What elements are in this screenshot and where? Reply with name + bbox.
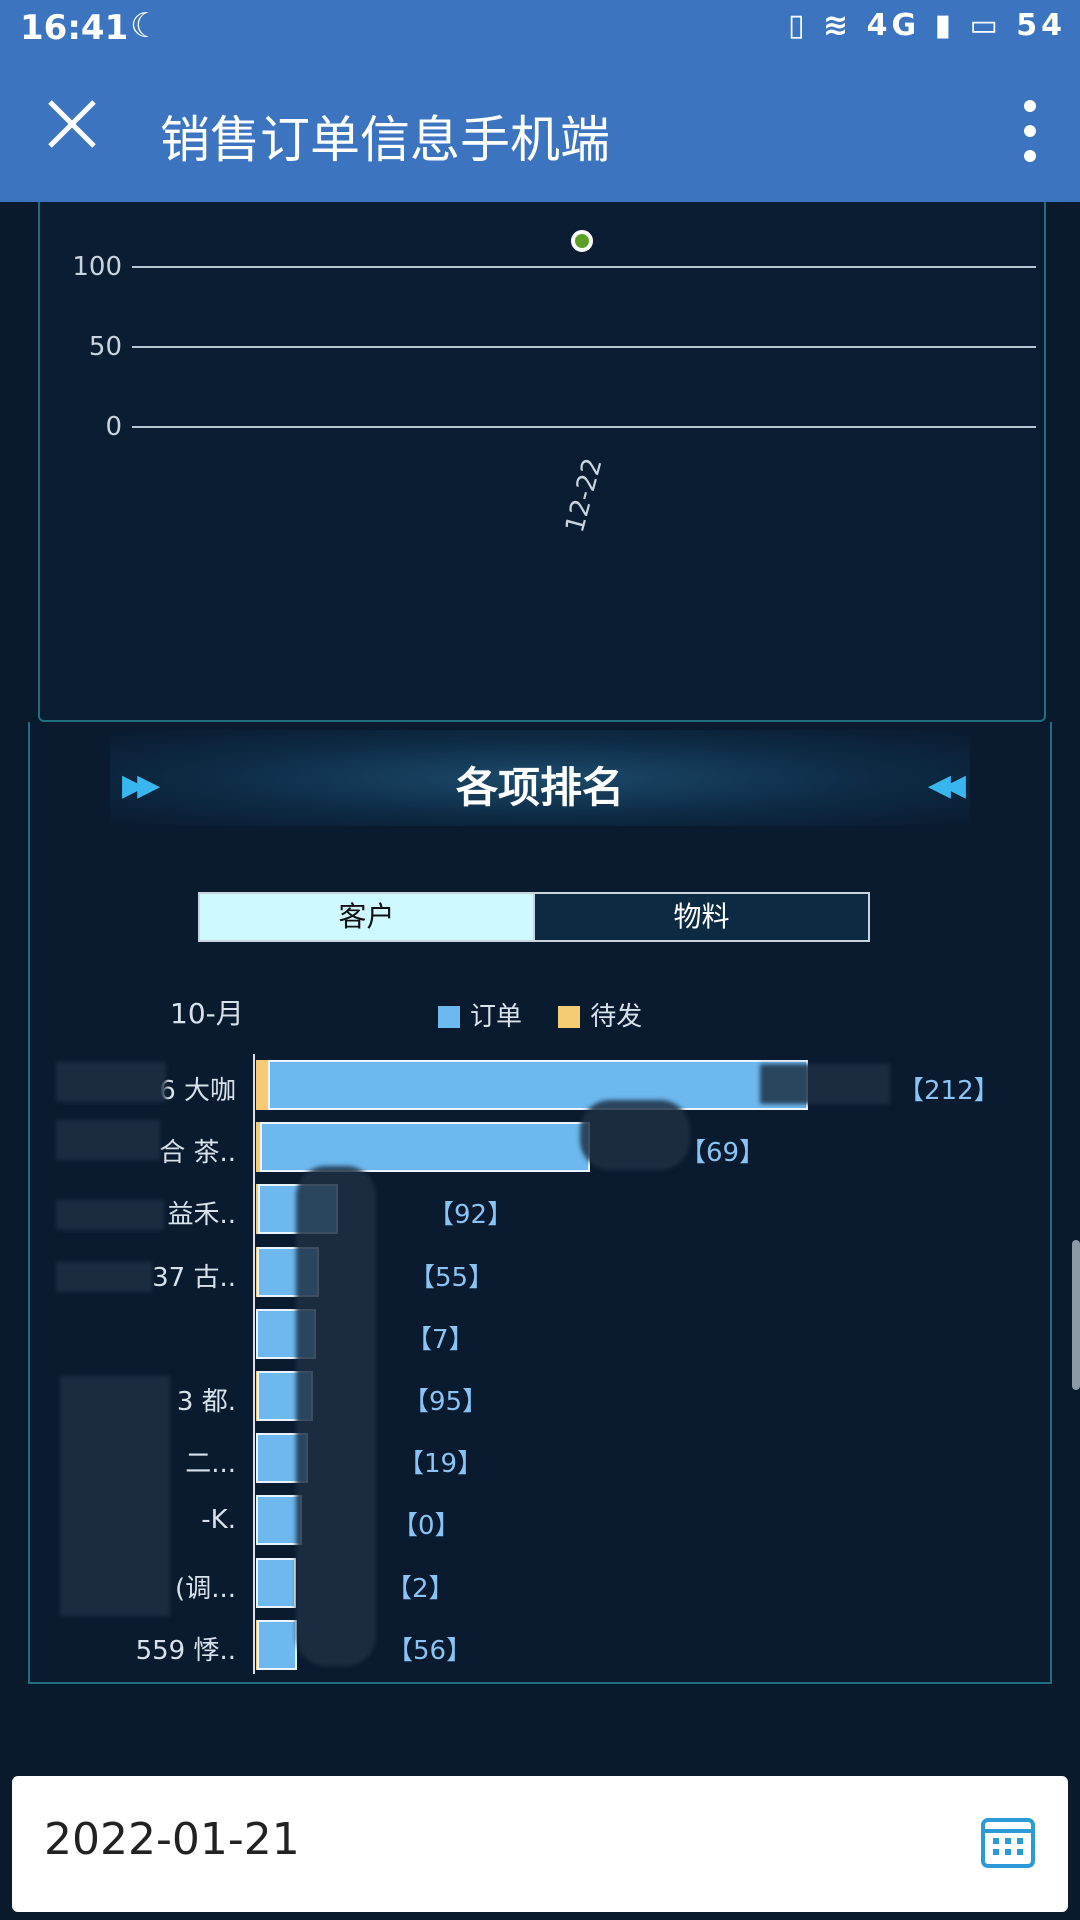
bar-value-label: 【55】 — [409, 1262, 495, 1293]
redaction-block — [56, 1200, 164, 1230]
calendar-icon — [981, 1818, 1035, 1868]
bar-orders[interactable] — [260, 1122, 590, 1173]
bar-category-label: 559 悸.. — [135, 1635, 236, 1666]
bar-value-label: 【0】 — [392, 1511, 461, 1542]
bar-value-label: 【95】 — [403, 1387, 489, 1417]
date-picker[interactable]: 2022-01-21 — [12, 1776, 1068, 1912]
redaction-block — [60, 1376, 170, 1616]
bar-value-label: 【69】 — [680, 1138, 766, 1169]
bar-value-label: 【19】 — [398, 1449, 484, 1480]
bar-orders[interactable] — [257, 1619, 297, 1670]
bar-orders[interactable] — [256, 1557, 296, 1608]
date-field[interactable]: 2022-01-21 — [44, 1814, 300, 1865]
bar-pending[interactable] — [256, 1060, 268, 1110]
redaction-block — [296, 1166, 376, 1666]
ranking-bar-chart: 6 大咖 【212】合 茶.. 【69】 益禾.. 【92】 37 古.. 【55】 【7】 3… — [0, 0, 1080, 1920]
bar-orders[interactable] — [268, 1060, 808, 1110]
bar-value-label: 【56】 — [387, 1635, 473, 1666]
calendar-button[interactable] — [980, 1814, 1036, 1870]
scrollbar[interactable] — [1072, 1240, 1080, 1390]
redaction-block — [760, 1064, 890, 1104]
bar-value-label: 【2】 — [386, 1573, 455, 1604]
redaction-block — [56, 1262, 152, 1292]
bar-value-label: 【92】 — [428, 1200, 514, 1231]
bar-value-label: 【7】 — [406, 1324, 475, 1355]
redaction-block — [580, 1100, 690, 1170]
redaction-block — [56, 1062, 166, 1102]
redaction-block — [56, 1120, 160, 1160]
bar-value-label: 【212】 — [898, 1076, 1000, 1106]
